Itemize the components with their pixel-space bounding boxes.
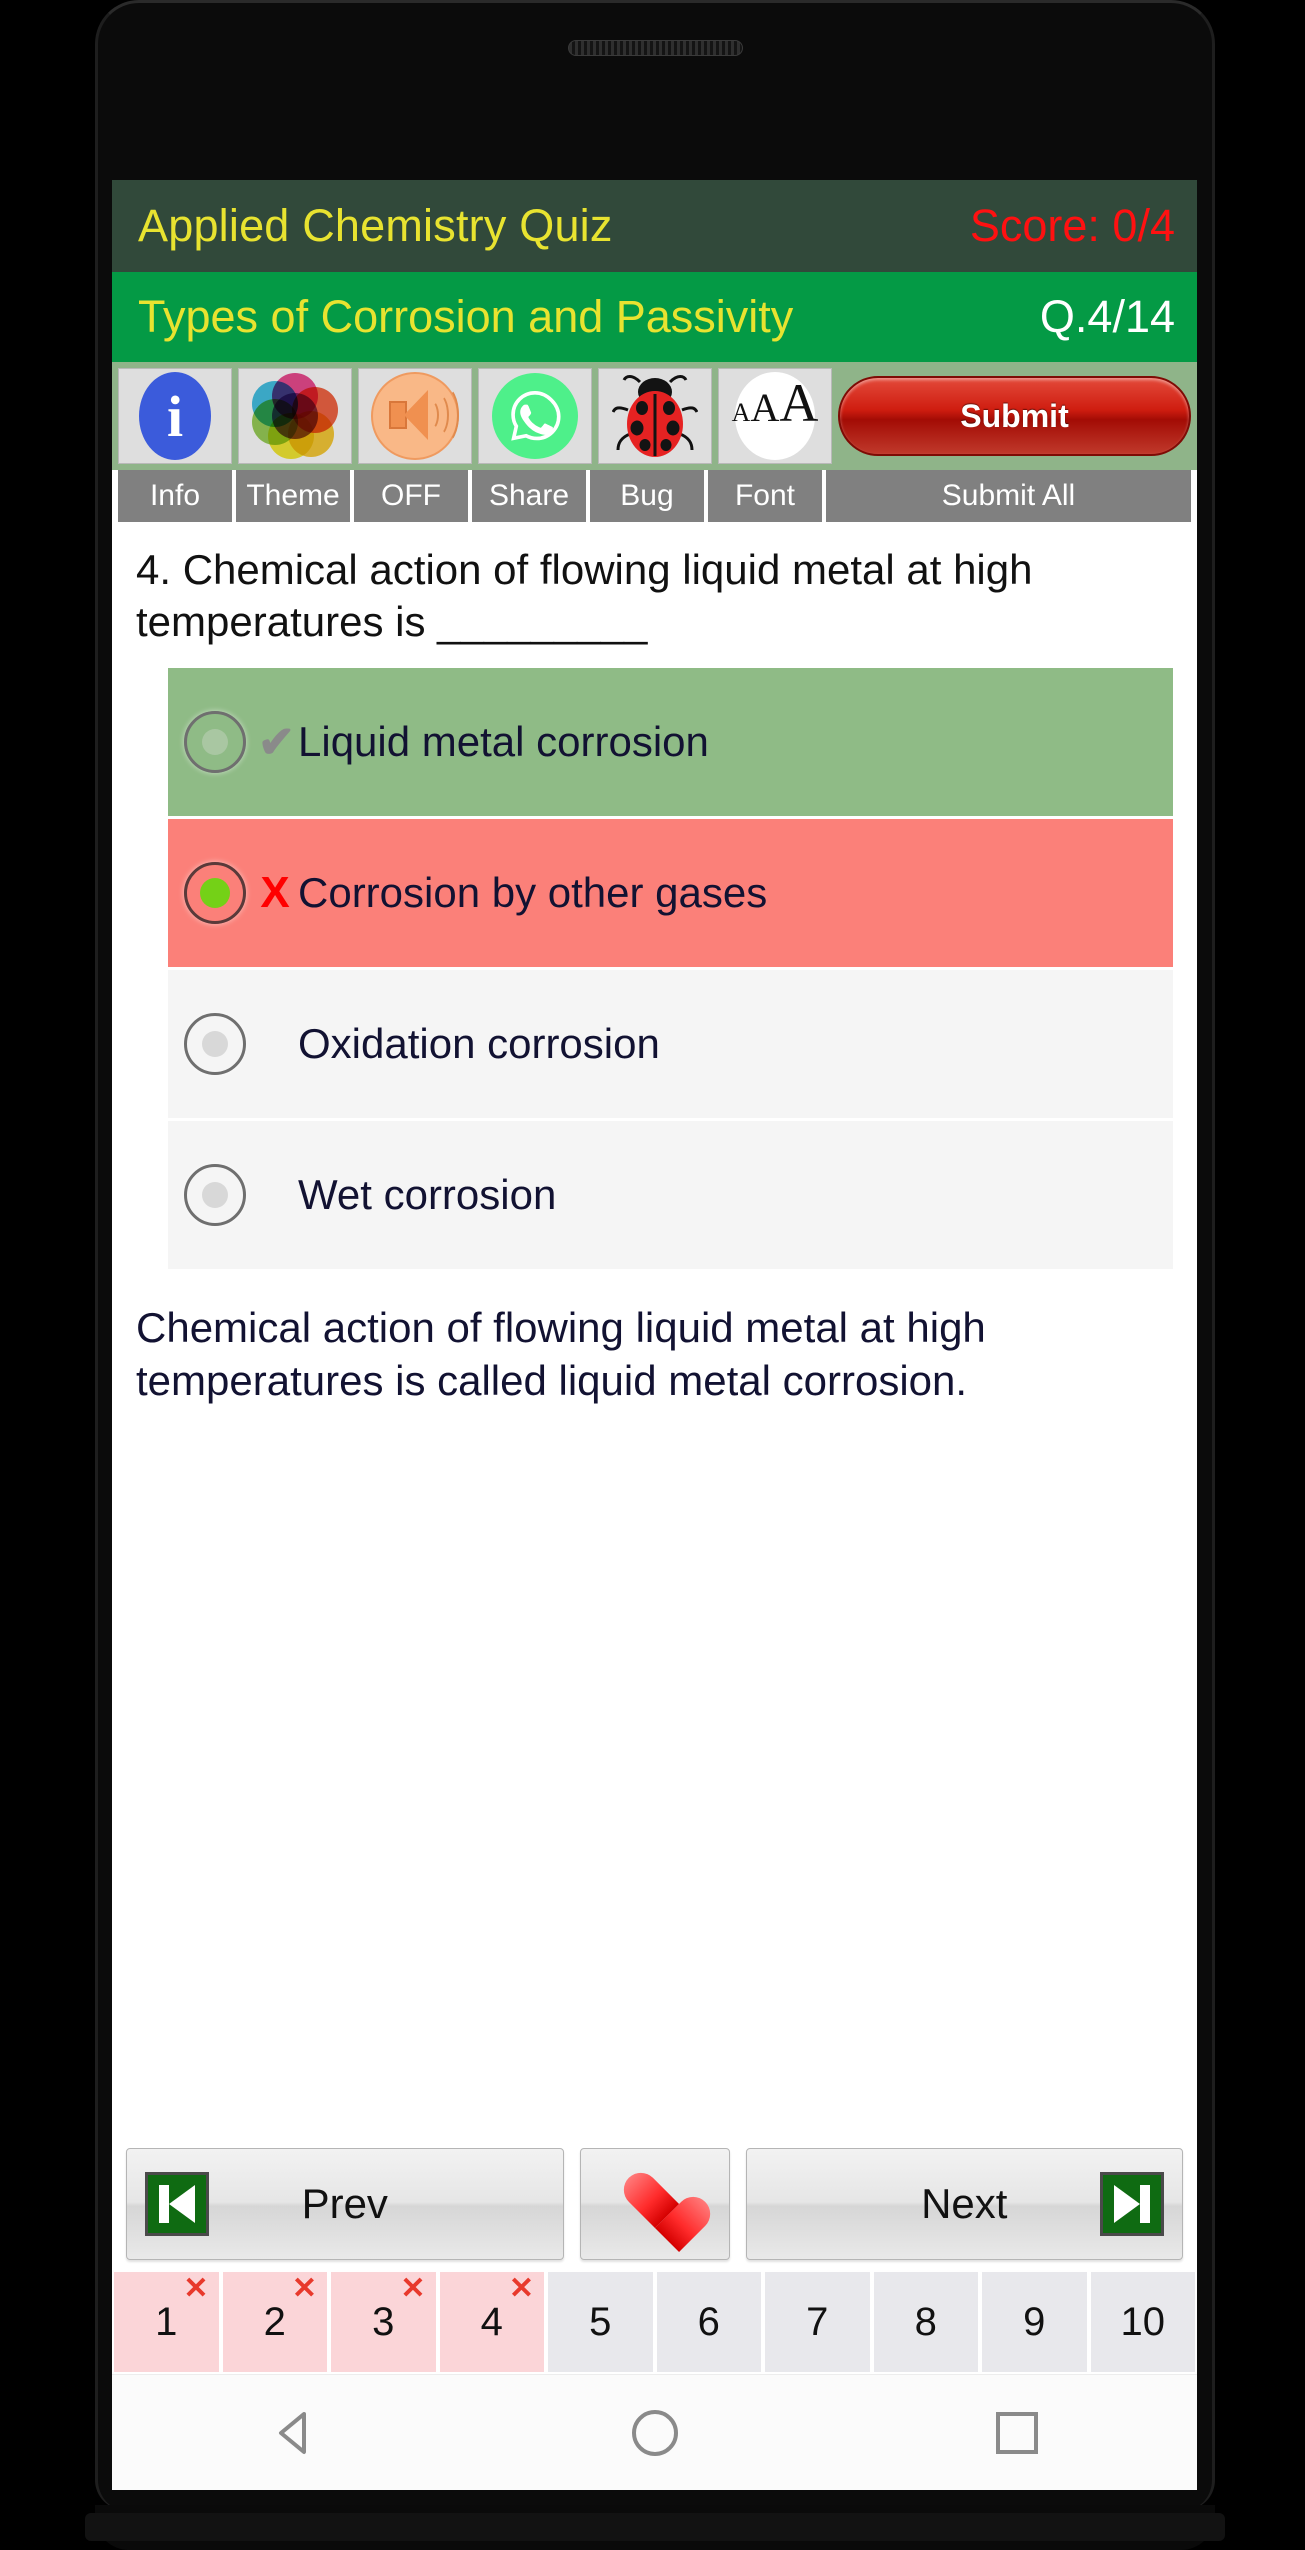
heart-icon <box>622 2174 688 2234</box>
ladybug-icon <box>611 372 699 460</box>
option-label: Wet corrosion <box>298 1171 557 1219</box>
toolbar-label-share[interactable]: Share <box>472 470 586 522</box>
toolbar-label-sound[interactable]: OFF <box>354 470 468 522</box>
recents-button[interactable] <box>996 2411 1039 2454</box>
question-counter: Q.4/14 <box>1039 291 1175 342</box>
page-number: 7 <box>806 2299 829 2344</box>
app-title: Applied Chemistry Quiz <box>138 200 613 251</box>
page-wrong-badge: ✕ <box>508 2272 534 2305</box>
nav-button-row: Prev Next <box>112 2138 1197 2272</box>
info-icon: i <box>139 372 211 460</box>
radio-button[interactable] <box>184 1164 246 1227</box>
font-icon-medium: A <box>750 385 780 430</box>
home-button[interactable] <box>632 2409 679 2456</box>
title-bar: Applied Chemistry Quiz Score: 0/4 <box>112 180 1197 272</box>
palette-icon <box>252 373 338 459</box>
page-cell[interactable]: 10 <box>1090 2272 1195 2372</box>
page-wrong-badge: ✕ <box>183 2272 209 2305</box>
info-button[interactable]: i <box>118 368 232 464</box>
whatsapp-icon <box>492 373 578 459</box>
android-navigation-bar <box>112 2374 1197 2490</box>
option-row[interactable]: Oxidation corrosion <box>168 970 1173 1119</box>
score-label: Score: 0/4 <box>969 200 1175 251</box>
font-size-icon: AAA <box>731 372 819 460</box>
pagination-bar: ✕ 1 ✕ 2 ✕ 3 ✕ 4 5 6 7 8 9 10 <box>112 2272 1197 2372</box>
prev-button[interactable]: Prev <box>126 2148 564 2260</box>
radio-button[interactable] <box>184 711 246 774</box>
page-number: 1 <box>155 2299 178 2344</box>
sound-toggle-button[interactable] <box>358 368 472 464</box>
favorite-button[interactable] <box>579 2148 730 2260</box>
skip-next-icon <box>1100 2172 1164 2236</box>
toolbar-label-bug[interactable]: Bug <box>590 470 704 522</box>
page-number: 3 <box>372 2299 395 2344</box>
toolbar-label-theme[interactable]: Theme <box>236 470 350 522</box>
page-cell[interactable]: ✕ 4 <box>439 2272 544 2372</box>
subtitle-bar: Types of Corrosion and Passivity Q.4/14 <box>112 272 1197 362</box>
page-wrong-badge: ✕ <box>291 2272 317 2305</box>
question-area: 4. Chemical action of flowing liquid met… <box>112 522 1197 659</box>
app-screen: Applied Chemistry Quiz Score: 0/4 Types … <box>112 180 1197 2490</box>
speaker-icon <box>371 372 459 460</box>
page-cell[interactable]: 6 <box>656 2272 761 2372</box>
page-number: 10 <box>1120 2299 1166 2344</box>
page-wrong-badge: ✕ <box>400 2272 426 2305</box>
option-label: Corrosion by other gases <box>298 869 768 917</box>
page-cell[interactable]: 8 <box>873 2272 978 2372</box>
font-icon-small: A <box>731 398 751 427</box>
option-label: Oxidation corrosion <box>298 1020 660 1068</box>
page-cell[interactable]: 9 <box>982 2272 1087 2372</box>
page-cell[interactable]: 7 <box>765 2272 870 2372</box>
toolbar-label-submit-all[interactable]: Submit All <box>826 470 1191 522</box>
submit-button[interactable]: Submit <box>838 376 1191 456</box>
correct-mark-icon: ✔ <box>258 717 295 767</box>
page-number: 2 <box>263 2299 286 2344</box>
radio-button[interactable] <box>184 1013 246 1076</box>
back-button[interactable] <box>271 2408 315 2458</box>
toolbar-label-info[interactable]: Info <box>118 470 232 522</box>
font-size-button[interactable]: AAA <box>718 368 832 464</box>
toolbar-label-font[interactable]: Font <box>708 470 822 522</box>
page-number: 9 <box>1023 2299 1046 2344</box>
question-text: 4. Chemical action of flowing liquid met… <box>136 546 1033 646</box>
options-list: ✔ Liquid metal corrosion X Corrosion by … <box>112 658 1197 1270</box>
page-number: 8 <box>914 2299 937 2344</box>
font-icon-large: A <box>779 373 819 433</box>
share-button[interactable] <box>478 368 592 464</box>
page-cell[interactable]: ✕ 2 <box>222 2272 327 2372</box>
phone-bottom-highlight <box>85 2513 1225 2541</box>
skip-previous-icon <box>145 2172 209 2236</box>
toolbar-labels: Info Theme OFF Share Bug Font Submit All <box>112 470 1197 522</box>
page-number: 4 <box>480 2299 503 2344</box>
option-label: Liquid metal corrosion <box>298 718 709 766</box>
toolbar: i A A A Submit <box>112 362 1197 470</box>
wrong-mark-icon: X <box>260 868 290 918</box>
explanation-text: Chemical action of flowing liquid metal … <box>136 1304 986 1405</box>
quiz-topic-title: Types of Corrosion and Passivity <box>138 291 794 342</box>
radio-button[interactable] <box>184 862 246 925</box>
page-cell[interactable]: ✕ 1 <box>114 2272 219 2372</box>
page-cell[interactable]: ✕ 3 <box>331 2272 436 2372</box>
option-row[interactable]: Wet corrosion <box>168 1121 1173 1270</box>
page-cell[interactable]: 5 <box>548 2272 653 2372</box>
bug-report-button[interactable] <box>598 368 712 464</box>
phone-frame: Applied Chemistry Quiz Score: 0/4 Types … <box>0 0 1305 2550</box>
next-button[interactable]: Next <box>745 2148 1183 2260</box>
option-row[interactable]: X Corrosion by other gases <box>168 819 1173 968</box>
submit-button-cell: Submit <box>838 368 1191 464</box>
option-row[interactable]: ✔ Liquid metal corrosion <box>168 668 1173 817</box>
theme-button[interactable] <box>238 368 352 464</box>
earpiece-speaker <box>568 40 743 56</box>
page-number: 6 <box>697 2299 720 2344</box>
page-number: 5 <box>589 2299 612 2344</box>
